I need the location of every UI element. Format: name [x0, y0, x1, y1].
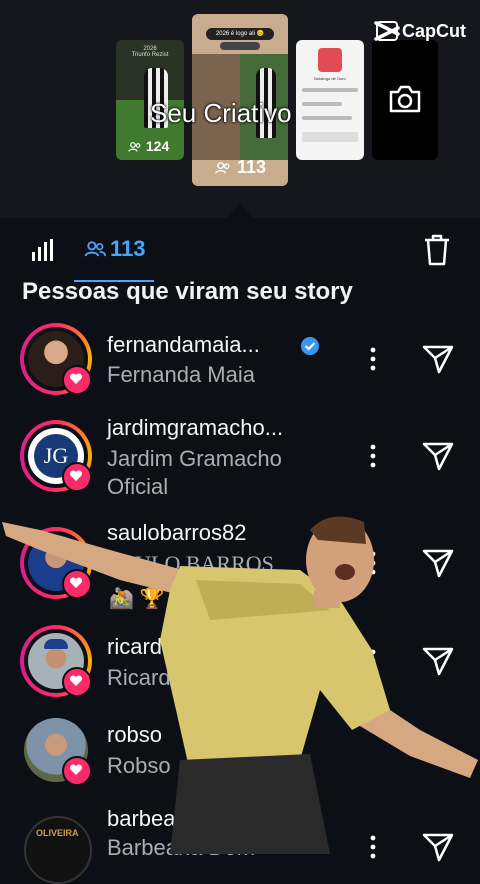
- story-subcaption: [220, 42, 260, 50]
- heart-icon: [69, 373, 83, 384]
- heart-icon: [69, 470, 83, 481]
- people-icon[interactable]: [84, 240, 106, 258]
- profile-caption: Botafogo de Ouro: [314, 76, 346, 81]
- overlay-caption: Seu Criativo: [150, 98, 292, 128]
- selected-pointer: [226, 204, 254, 218]
- viewer-fullname: Jardim Gramacho Oficial: [107, 446, 282, 499]
- section-title: Pessoas que viram seu story: [22, 278, 353, 305]
- viewers-count-tab[interactable]: 113: [110, 236, 146, 262]
- people-icon: [128, 142, 141, 152]
- thumb-title: 2026 Triunfo Rezist: [131, 46, 169, 58]
- send-message-icon[interactable]: [422, 441, 454, 471]
- viewer-username[interactable]: jardimgramacho...: [107, 415, 283, 441]
- capcut-watermark: CapCut: [402, 21, 466, 41]
- like-heart-badge: [62, 462, 92, 492]
- profile-bio-row: [302, 116, 352, 120]
- thumb-viewer-count: 124: [128, 138, 169, 154]
- like-heart-badge: [62, 365, 92, 395]
- thumb-viewer-count: 113: [214, 157, 266, 178]
- dancing-man-sticker: [2, 516, 478, 854]
- story-thumbnail-3[interactable]: Botafogo de Ouro: [296, 40, 364, 160]
- botafogo-logo: [318, 48, 342, 72]
- trash-icon[interactable]: [424, 234, 450, 266]
- profile-buttons-row: [302, 132, 358, 142]
- viewer-tabs: [0, 218, 480, 284]
- bar-chart-icon[interactable]: [30, 238, 54, 262]
- camera-icon[interactable]: [388, 84, 422, 114]
- send-message-icon[interactable]: [422, 344, 454, 374]
- profile-stats-row: [302, 88, 358, 92]
- profile-bio-row: [302, 102, 342, 106]
- verified-badge-icon: [301, 337, 319, 355]
- viewer-fullname: Fernanda Maia: [107, 362, 255, 387]
- viewer-username[interactable]: fernandamaia...: [107, 332, 260, 358]
- capcut-logo-icon: [374, 21, 400, 41]
- story-caption-pill: 2026 é logo ali 😊: [206, 28, 274, 40]
- people-icon: [215, 162, 230, 174]
- more-options-icon[interactable]: [368, 346, 378, 372]
- more-options-icon[interactable]: [368, 443, 378, 469]
